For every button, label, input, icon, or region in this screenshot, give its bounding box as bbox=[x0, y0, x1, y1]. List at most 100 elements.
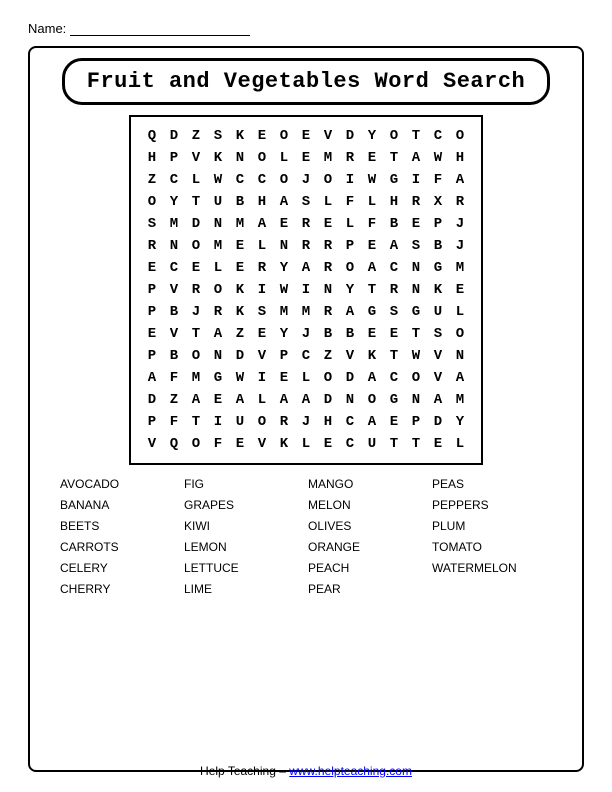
cell-7-1: V bbox=[163, 279, 185, 301]
cell-2-12: I bbox=[405, 169, 427, 191]
cell-6-12: N bbox=[405, 257, 427, 279]
cell-6-3: L bbox=[207, 257, 229, 279]
cell-2-4: C bbox=[229, 169, 251, 191]
cell-9-2: T bbox=[185, 323, 207, 345]
cell-7-6: W bbox=[273, 279, 295, 301]
title-box: Fruit and Vegetables Word Search bbox=[62, 58, 550, 105]
cell-11-8: O bbox=[317, 367, 339, 389]
cell-6-9: O bbox=[339, 257, 361, 279]
cell-10-10: K bbox=[361, 345, 383, 367]
cell-8-10: G bbox=[361, 301, 383, 323]
cell-0-9: D bbox=[339, 125, 361, 147]
cell-3-3: U bbox=[207, 191, 229, 213]
cell-11-3: G bbox=[207, 367, 229, 389]
cell-13-6: R bbox=[273, 411, 295, 433]
word-item: PEPPERS bbox=[432, 498, 552, 516]
cell-7-4: K bbox=[229, 279, 251, 301]
cell-2-13: F bbox=[427, 169, 449, 191]
footer-text: Help Teaching – bbox=[200, 764, 289, 778]
cell-1-10: E bbox=[361, 147, 383, 169]
cell-7-7: I bbox=[295, 279, 317, 301]
cell-10-4: D bbox=[229, 345, 251, 367]
cell-1-1: P bbox=[163, 147, 185, 169]
name-underline bbox=[70, 20, 250, 36]
word-item: FIG bbox=[184, 477, 304, 495]
cell-3-1: Y bbox=[163, 191, 185, 213]
cell-8-4: K bbox=[229, 301, 251, 323]
cell-10-8: Z bbox=[317, 345, 339, 367]
cell-1-8: M bbox=[317, 147, 339, 169]
cell-5-5: L bbox=[251, 235, 273, 257]
cell-14-14: L bbox=[449, 433, 471, 455]
cell-8-9: A bbox=[339, 301, 361, 323]
cell-12-0: D bbox=[141, 389, 163, 411]
cell-8-5: S bbox=[251, 301, 273, 323]
cell-9-3: A bbox=[207, 323, 229, 345]
cell-10-13: V bbox=[427, 345, 449, 367]
cell-6-1: C bbox=[163, 257, 185, 279]
footer: Help Teaching – www.helpteaching.com bbox=[0, 764, 612, 778]
cell-4-0: S bbox=[141, 213, 163, 235]
cell-0-4: K bbox=[229, 125, 251, 147]
footer-link[interactable]: www.helpteaching.com bbox=[289, 764, 412, 778]
cell-10-3: N bbox=[207, 345, 229, 367]
cell-0-12: T bbox=[405, 125, 427, 147]
cell-9-9: B bbox=[339, 323, 361, 345]
cell-9-11: E bbox=[383, 323, 405, 345]
cell-1-11: T bbox=[383, 147, 405, 169]
cell-14-13: E bbox=[427, 433, 449, 455]
cell-7-10: T bbox=[361, 279, 383, 301]
cell-4-14: J bbox=[449, 213, 471, 235]
cell-13-14: Y bbox=[449, 411, 471, 433]
cell-3-4: B bbox=[229, 191, 251, 213]
cell-2-6: O bbox=[273, 169, 295, 191]
cell-4-12: E bbox=[405, 213, 427, 235]
cell-12-4: A bbox=[229, 389, 251, 411]
cell-13-8: H bbox=[317, 411, 339, 433]
cell-10-14: N bbox=[449, 345, 471, 367]
cell-8-13: U bbox=[427, 301, 449, 323]
cell-11-10: A bbox=[361, 367, 383, 389]
cell-11-5: I bbox=[251, 367, 273, 389]
cell-14-2: O bbox=[185, 433, 207, 455]
cell-0-2: Z bbox=[185, 125, 207, 147]
cell-10-11: T bbox=[383, 345, 405, 367]
cell-3-8: L bbox=[317, 191, 339, 213]
cell-3-11: H bbox=[383, 191, 405, 213]
word-item: LEMON bbox=[184, 540, 304, 558]
cell-10-6: P bbox=[273, 345, 295, 367]
cell-5-6: N bbox=[273, 235, 295, 257]
cell-5-11: A bbox=[383, 235, 405, 257]
cell-8-1: B bbox=[163, 301, 185, 323]
cell-4-5: A bbox=[251, 213, 273, 235]
cell-4-1: M bbox=[163, 213, 185, 235]
cell-1-13: W bbox=[427, 147, 449, 169]
cell-11-6: E bbox=[273, 367, 295, 389]
cell-8-7: M bbox=[295, 301, 317, 323]
cell-14-4: E bbox=[229, 433, 251, 455]
cell-9-1: V bbox=[163, 323, 185, 345]
cell-5-10: E bbox=[361, 235, 383, 257]
cell-4-4: M bbox=[229, 213, 251, 235]
outer-border: Fruit and Vegetables Word Search QDZSKEO… bbox=[28, 46, 584, 772]
cell-9-13: S bbox=[427, 323, 449, 345]
word-item: CELERY bbox=[60, 561, 180, 579]
cell-0-10: Y bbox=[361, 125, 383, 147]
cell-13-4: U bbox=[229, 411, 251, 433]
cell-7-14: E bbox=[449, 279, 471, 301]
cell-4-10: F bbox=[361, 213, 383, 235]
cell-11-11: C bbox=[383, 367, 405, 389]
cell-10-12: W bbox=[405, 345, 427, 367]
cell-5-8: R bbox=[317, 235, 339, 257]
page-title: Fruit and Vegetables Word Search bbox=[87, 69, 525, 94]
cell-6-6: Y bbox=[273, 257, 295, 279]
cell-7-2: R bbox=[185, 279, 207, 301]
cell-11-9: D bbox=[339, 367, 361, 389]
cell-12-6: A bbox=[273, 389, 295, 411]
cell-1-2: V bbox=[185, 147, 207, 169]
cell-7-11: R bbox=[383, 279, 405, 301]
cell-7-0: P bbox=[141, 279, 163, 301]
cell-10-7: C bbox=[295, 345, 317, 367]
cell-1-3: K bbox=[207, 147, 229, 169]
cell-2-10: W bbox=[361, 169, 383, 191]
